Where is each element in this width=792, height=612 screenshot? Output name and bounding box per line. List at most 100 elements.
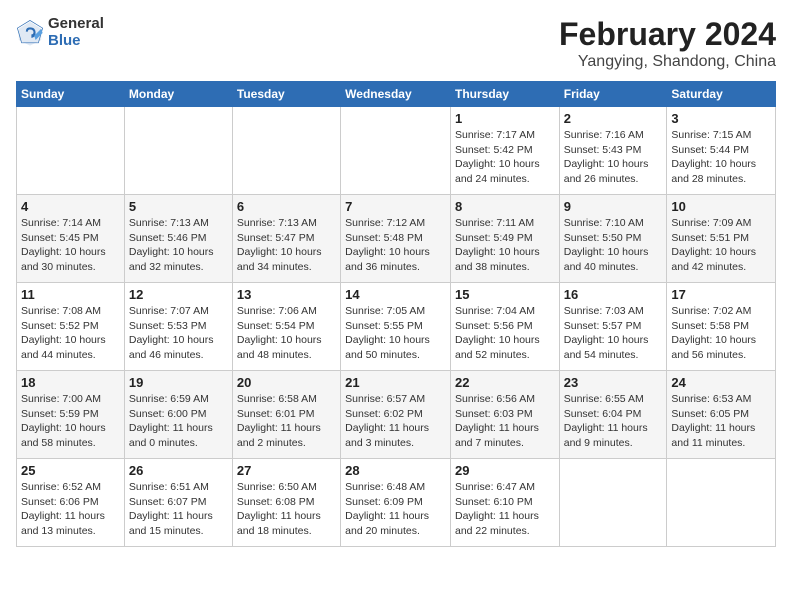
day-info: Sunrise: 6:58 AM Sunset: 6:01 PM Dayligh… <box>237 392 336 451</box>
day-number: 25 <box>21 463 120 478</box>
day-number: 26 <box>129 463 228 478</box>
calendar-cell: 15 Sunrise: 7:04 AM Sunset: 5:56 PM Dayli… <box>450 283 559 371</box>
logo-icon <box>16 19 44 47</box>
day-number: 9 <box>564 199 663 214</box>
day-info: Sunrise: 6:52 AM Sunset: 6:06 PM Dayligh… <box>21 480 120 539</box>
calendar-week-row: 11 Sunrise: 7:08 AM Sunset: 5:52 PM Dayli… <box>17 283 776 371</box>
day-number: 29 <box>455 463 555 478</box>
day-number: 21 <box>345 375 446 390</box>
day-info: Sunrise: 7:04 AM Sunset: 5:56 PM Dayligh… <box>455 304 555 363</box>
calendar-cell: 26 Sunrise: 6:51 AM Sunset: 6:07 PM Dayli… <box>124 459 232 547</box>
day-number: 17 <box>671 287 771 302</box>
month-title: February 2024 <box>559 16 776 53</box>
day-number: 5 <box>129 199 228 214</box>
day-number: 27 <box>237 463 336 478</box>
calendar-cell: 3 Sunrise: 7:15 AM Sunset: 5:44 PM Daylig… <box>667 107 776 195</box>
calendar-week-row: 1 Sunrise: 7:17 AM Sunset: 5:42 PM Daylig… <box>17 107 776 195</box>
day-number: 15 <box>455 287 555 302</box>
calendar-cell: 4 Sunrise: 7:14 AM Sunset: 5:45 PM Daylig… <box>17 195 125 283</box>
calendar-cell: 12 Sunrise: 7:07 AM Sunset: 5:53 PM Dayli… <box>124 283 232 371</box>
day-info: Sunrise: 6:55 AM Sunset: 6:04 PM Dayligh… <box>564 392 663 451</box>
day-number: 7 <box>345 199 446 214</box>
calendar-cell: 14Sunrise: 7:05 AM Sunset: 5:55 PM Dayli… <box>341 283 451 371</box>
logo-text: General Blue <box>48 16 104 49</box>
day-number: 16 <box>564 287 663 302</box>
day-info: Sunrise: 7:13 AM Sunset: 5:46 PM Dayligh… <box>129 216 228 275</box>
calendar-cell <box>559 459 667 547</box>
day-info: Sunrise: 7:07 AM Sunset: 5:53 PM Dayligh… <box>129 304 228 363</box>
day-info: Sunrise: 6:48 AM Sunset: 6:09 PM Dayligh… <box>345 480 446 539</box>
calendar-cell: 19Sunrise: 6:59 AM Sunset: 6:00 PM Dayli… <box>124 371 232 459</box>
calendar-cell: 24 Sunrise: 6:53 AM Sunset: 6:05 PM Dayli… <box>667 371 776 459</box>
day-info: Sunrise: 6:53 AM Sunset: 6:05 PM Dayligh… <box>671 392 771 451</box>
day-number: 1 <box>455 111 555 126</box>
day-number: 19 <box>129 375 228 390</box>
day-info: Sunrise: 7:12 AM Sunset: 5:48 PM Dayligh… <box>345 216 446 275</box>
day-info: Sunrise: 6:56 AM Sunset: 6:03 PM Dayligh… <box>455 392 555 451</box>
day-number: 4 <box>21 199 120 214</box>
calendar-cell: 29 Sunrise: 6:47 AM Sunset: 6:10 PM Dayli… <box>450 459 559 547</box>
calendar-cell: 28 Sunrise: 6:48 AM Sunset: 6:09 PM Dayli… <box>341 459 451 547</box>
calendar-header-row: SundayMondayTuesdayWednesdayThursdayFrid… <box>17 82 776 107</box>
logo-general: General <box>48 16 104 33</box>
day-of-week-header: Friday <box>559 82 667 107</box>
calendar-cell: 11 Sunrise: 7:08 AM Sunset: 5:52 PM Dayli… <box>17 283 125 371</box>
day-of-week-header: Monday <box>124 82 232 107</box>
day-number: 13 <box>237 287 336 302</box>
day-number: 8 <box>455 199 555 214</box>
calendar-cell: 18Sunrise: 7:00 AM Sunset: 5:59 PM Dayli… <box>17 371 125 459</box>
day-of-week-header: Saturday <box>667 82 776 107</box>
calendar-cell: 20 Sunrise: 6:58 AM Sunset: 6:01 PM Dayli… <box>232 371 340 459</box>
day-number: 2 <box>564 111 663 126</box>
calendar-week-row: 18Sunrise: 7:00 AM Sunset: 5:59 PM Dayli… <box>17 371 776 459</box>
day-number: 23 <box>564 375 663 390</box>
day-number: 12 <box>129 287 228 302</box>
day-number: 14 <box>345 287 446 302</box>
logo-blue: Blue <box>48 33 104 50</box>
calendar-cell: 6Sunrise: 7:13 AM Sunset: 5:47 PM Daylig… <box>232 195 340 283</box>
calendar-cell: 21 Sunrise: 6:57 AM Sunset: 6:02 PM Dayli… <box>341 371 451 459</box>
day-info: Sunrise: 7:16 AM Sunset: 5:43 PM Dayligh… <box>564 128 663 187</box>
day-info: Sunrise: 7:10 AM Sunset: 5:50 PM Dayligh… <box>564 216 663 275</box>
calendar-cell <box>341 107 451 195</box>
day-info: Sunrise: 6:51 AM Sunset: 6:07 PM Dayligh… <box>129 480 228 539</box>
calendar-cell: 7 Sunrise: 7:12 AM Sunset: 5:48 PM Daylig… <box>341 195 451 283</box>
calendar-cell: 25 Sunrise: 6:52 AM Sunset: 6:06 PM Dayli… <box>17 459 125 547</box>
calendar-cell: 22 Sunrise: 6:56 AM Sunset: 6:03 PM Dayli… <box>450 371 559 459</box>
day-info: Sunrise: 7:08 AM Sunset: 5:52 PM Dayligh… <box>21 304 120 363</box>
calendar-cell: 16Sunrise: 7:03 AM Sunset: 5:57 PM Dayli… <box>559 283 667 371</box>
location-title: Yangying, Shandong, China <box>559 53 776 71</box>
day-info: Sunrise: 7:14 AM Sunset: 5:45 PM Dayligh… <box>21 216 120 275</box>
day-of-week-header: Thursday <box>450 82 559 107</box>
day-info: Sunrise: 7:02 AM Sunset: 5:58 PM Dayligh… <box>671 304 771 363</box>
day-number: 22 <box>455 375 555 390</box>
calendar-cell: 27Sunrise: 6:50 AM Sunset: 6:08 PM Dayli… <box>232 459 340 547</box>
day-info: Sunrise: 7:06 AM Sunset: 5:54 PM Dayligh… <box>237 304 336 363</box>
day-number: 24 <box>671 375 771 390</box>
calendar-cell <box>17 107 125 195</box>
calendar-cell: 13 Sunrise: 7:06 AM Sunset: 5:54 PM Dayli… <box>232 283 340 371</box>
day-info: Sunrise: 7:15 AM Sunset: 5:44 PM Dayligh… <box>671 128 771 187</box>
calendar-cell: 9 Sunrise: 7:10 AM Sunset: 5:50 PM Daylig… <box>559 195 667 283</box>
calendar-week-row: 25 Sunrise: 6:52 AM Sunset: 6:06 PM Dayli… <box>17 459 776 547</box>
day-info: Sunrise: 6:47 AM Sunset: 6:10 PM Dayligh… <box>455 480 555 539</box>
day-info: Sunrise: 6:57 AM Sunset: 6:02 PM Dayligh… <box>345 392 446 451</box>
calendar-cell: 10Sunrise: 7:09 AM Sunset: 5:51 PM Dayli… <box>667 195 776 283</box>
day-info: Sunrise: 7:17 AM Sunset: 5:42 PM Dayligh… <box>455 128 555 187</box>
day-info: Sunrise: 7:11 AM Sunset: 5:49 PM Dayligh… <box>455 216 555 275</box>
page-header: General Blue February 2024 Yangying, Sha… <box>16 16 776 71</box>
calendar-cell: 2 Sunrise: 7:16 AM Sunset: 5:43 PM Daylig… <box>559 107 667 195</box>
calendar-cell: 5 Sunrise: 7:13 AM Sunset: 5:46 PM Daylig… <box>124 195 232 283</box>
day-of-week-header: Tuesday <box>232 82 340 107</box>
day-info: Sunrise: 7:00 AM Sunset: 5:59 PM Dayligh… <box>21 392 120 451</box>
calendar-body: 1 Sunrise: 7:17 AM Sunset: 5:42 PM Daylig… <box>17 107 776 547</box>
day-number: 11 <box>21 287 120 302</box>
calendar-cell <box>124 107 232 195</box>
logo: General Blue <box>16 16 104 49</box>
day-number: 20 <box>237 375 336 390</box>
day-number: 3 <box>671 111 771 126</box>
day-number: 28 <box>345 463 446 478</box>
calendar-cell: 23 Sunrise: 6:55 AM Sunset: 6:04 PM Dayli… <box>559 371 667 459</box>
day-of-week-header: Sunday <box>17 82 125 107</box>
calendar-cell <box>667 459 776 547</box>
